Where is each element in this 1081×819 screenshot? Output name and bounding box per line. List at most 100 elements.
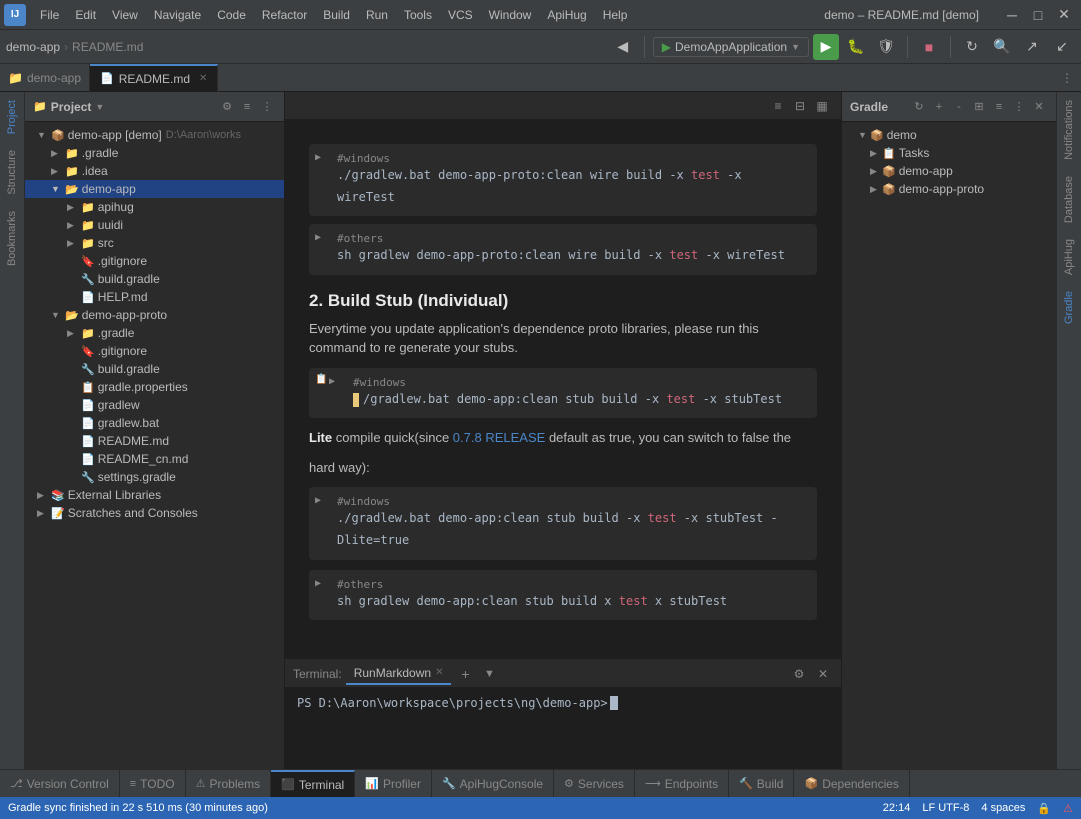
tree-item-gitignore2[interactable]: 🔖 .gitignore [25, 342, 284, 360]
options-icon[interactable]: ⋮ [258, 98, 276, 116]
code-toggle-4[interactable]: ▶ [315, 495, 321, 506]
gradle-minus-icon[interactable]: - [950, 98, 968, 116]
tab-close-icon[interactable]: ✕ [199, 73, 207, 84]
menu-window[interactable]: Window [481, 5, 540, 25]
gradle-item-demoapp[interactable]: ▶ 📦 demo-app [842, 162, 1056, 180]
copy-icon[interactable]: 📋 [315, 374, 327, 385]
view-list-btn[interactable]: ≡ [767, 95, 789, 117]
terminal-tab-close-icon[interactable]: ✕ [435, 667, 443, 678]
tree-item-gitignore[interactable]: 🔖 .gitignore [25, 252, 284, 270]
maximize-button[interactable]: □ [1025, 2, 1051, 28]
stop-button[interactable]: ■ [916, 34, 942, 60]
code-toggle-3[interactable]: ▶ [329, 376, 335, 387]
menu-tools[interactable]: Tools [396, 5, 440, 25]
gradle-item-demo[interactable]: ▼ 📦 demo [842, 126, 1056, 144]
tree-item-settingsgradle[interactable]: 🔧 settings.gradle [25, 468, 284, 486]
tree-item-demoapp[interactable]: ▼ 📂 demo-app [25, 180, 284, 198]
tree-item-root[interactable]: ▼ 📦 demo-app [demo] D:\Aaron\works [25, 126, 284, 144]
run-button[interactable]: ▶ [813, 34, 839, 60]
bottom-tab-services[interactable]: ⚙ Services [554, 770, 635, 798]
view-side-btn[interactable]: ▦ [811, 95, 833, 117]
bottom-tab-problems[interactable]: ⚠ Problems [186, 770, 272, 798]
debug-button[interactable]: 🐛 [843, 34, 869, 60]
bottom-tab-todo[interactable]: ≡ TODO [120, 770, 186, 798]
bottom-tab-version-control[interactable]: ⎇ Version Control [0, 770, 120, 798]
menu-refactor[interactable]: Refactor [254, 5, 315, 25]
bottom-tab-endpoints[interactable]: ⟶ Endpoints [635, 770, 729, 798]
search-button[interactable]: 🔍 [989, 34, 1015, 60]
tree-item-readmemd[interactable]: 📄 README.md [25, 432, 284, 450]
vtab-project[interactable]: Project [2, 92, 22, 142]
terminal-close-icon[interactable]: ✕ [813, 664, 833, 684]
minimize-button[interactable]: ─ [999, 2, 1025, 28]
status-indent[interactable]: 4 spaces [981, 802, 1025, 814]
tree-item-idea[interactable]: ▶ 📁 .idea [25, 162, 284, 180]
gradle-add-icon[interactable]: + [930, 98, 948, 116]
bottom-tab-build[interactable]: 🔨 Build [729, 770, 794, 798]
vtab-apihug[interactable]: ApiHug [1059, 231, 1079, 283]
vtab-notifications[interactable]: Notifications [1059, 92, 1079, 168]
menu-code[interactable]: Code [209, 5, 254, 25]
tree-item-gradleprops[interactable]: 📋 gradle.properties [25, 378, 284, 396]
gradle-expand-icon[interactable]: ⊞ [970, 98, 988, 116]
view-split-btn[interactable]: ⊟ [789, 95, 811, 117]
gradle-refresh-icon[interactable]: ↻ [910, 98, 928, 116]
tree-item-buildgradle2[interactable]: 🔧 build.gradle [25, 360, 284, 378]
tree-item-readmecn[interactable]: 📄 README_cn.md [25, 450, 284, 468]
tree-item-apihug[interactable]: ▶ 📁 apihug [25, 198, 284, 216]
toolbar-back-btn[interactable]: ◀ [610, 34, 636, 60]
tree-item-gradle-root[interactable]: ▶ 📁 .gradle [25, 144, 284, 162]
gradle-filter-icon[interactable]: ⋮ [1010, 98, 1028, 116]
tree-item-gradlew[interactable]: 📄 gradlew [25, 396, 284, 414]
editor-content[interactable]: ▶ #windows ./gradlew.bat demo-app-proto:… [285, 120, 841, 659]
tab-readme[interactable]: 📄 README.md ✕ [90, 64, 218, 92]
bottom-tab-profiler[interactable]: 📊 Profiler [355, 770, 432, 798]
vtab-bookmarks[interactable]: Bookmarks [2, 203, 22, 274]
bottom-tab-terminal[interactable]: ⬛ Terminal [271, 770, 355, 798]
code-toggle-5[interactable]: ▶ [315, 578, 321, 589]
tree-item-demoproto[interactable]: ▼ 📂 demo-app-proto [25, 306, 284, 324]
menu-vcs[interactable]: VCS [440, 5, 481, 25]
vtab-structure[interactable]: Structure [2, 142, 22, 203]
tree-item-helpmd[interactable]: 📄 HELP.md [25, 288, 284, 306]
menu-build[interactable]: Build [315, 5, 358, 25]
tree-item-buildgradle[interactable]: 🔧 build.gradle [25, 270, 284, 288]
tree-item-src[interactable]: ▶ 📁 src [25, 234, 284, 252]
coverage-button[interactable]: 🛡 [873, 34, 899, 60]
tab-demoapp[interactable]: 📁 demo-app [0, 64, 90, 92]
terminal-options-btn[interactable]: ▼ [479, 664, 499, 684]
menu-help[interactable]: Help [595, 5, 636, 25]
add-terminal-btn[interactable]: + [455, 664, 475, 684]
terminal-settings-icon[interactable]: ⚙ [789, 664, 809, 684]
status-line-col[interactable]: 22:14 [883, 802, 911, 814]
tree-item-gradle2[interactable]: ▶ 📁 .gradle [25, 324, 284, 342]
sync-icon[interactable]: ⚙ [218, 98, 236, 116]
vtab-gradle[interactable]: Gradle [1059, 283, 1079, 332]
gradle-item-demoproto[interactable]: ▶ 📦 demo-app-proto [842, 180, 1056, 198]
status-encoding[interactable]: LF UTF-8 [922, 802, 969, 814]
terminal-tab-active[interactable]: RunMarkdown ✕ [346, 663, 452, 685]
nav-backward-btn[interactable]: ↙ [1049, 34, 1075, 60]
tree-item-uuidi[interactable]: ▶ 📁 uuidi [25, 216, 284, 234]
nav-forward-btn[interactable]: ↗ [1019, 34, 1045, 60]
menu-view[interactable]: View [104, 5, 146, 25]
terminal-content[interactable]: PS D:\Aaron\workspace\projects\ng\demo-a… [285, 688, 841, 769]
gear-icon[interactable]: ≡ [238, 98, 256, 116]
bottom-tab-dependencies[interactable]: 📦 Dependencies [794, 770, 909, 798]
menu-navigate[interactable]: Navigate [146, 5, 209, 25]
vtab-database[interactable]: Database [1059, 168, 1079, 231]
gradle-collapse-icon[interactable]: ≡ [990, 98, 1008, 116]
gradle-close-icon[interactable]: ✕ [1030, 98, 1048, 116]
code-toggle-1[interactable]: ▶ [315, 152, 321, 163]
bottom-tab-apihugconsole[interactable]: 🔧 ApiHugConsole [432, 770, 554, 798]
run-config-selector[interactable]: ▶ DemoAppApplication ▼ [653, 37, 809, 57]
update-button[interactable]: ↻ [959, 34, 985, 60]
menu-run[interactable]: Run [358, 5, 396, 25]
close-button[interactable]: ✕ [1051, 2, 1077, 28]
gradle-item-tasks[interactable]: ▶ 📋 Tasks [842, 144, 1056, 162]
breadcrumb-project[interactable]: demo-app [6, 40, 60, 54]
tree-item-extlibs[interactable]: ▶ 📚 External Libraries [25, 486, 284, 504]
code-toggle-2[interactable]: ▶ [315, 232, 321, 243]
editor-menu-btn[interactable]: ⋮ [1053, 71, 1081, 85]
menu-edit[interactable]: Edit [67, 5, 104, 25]
